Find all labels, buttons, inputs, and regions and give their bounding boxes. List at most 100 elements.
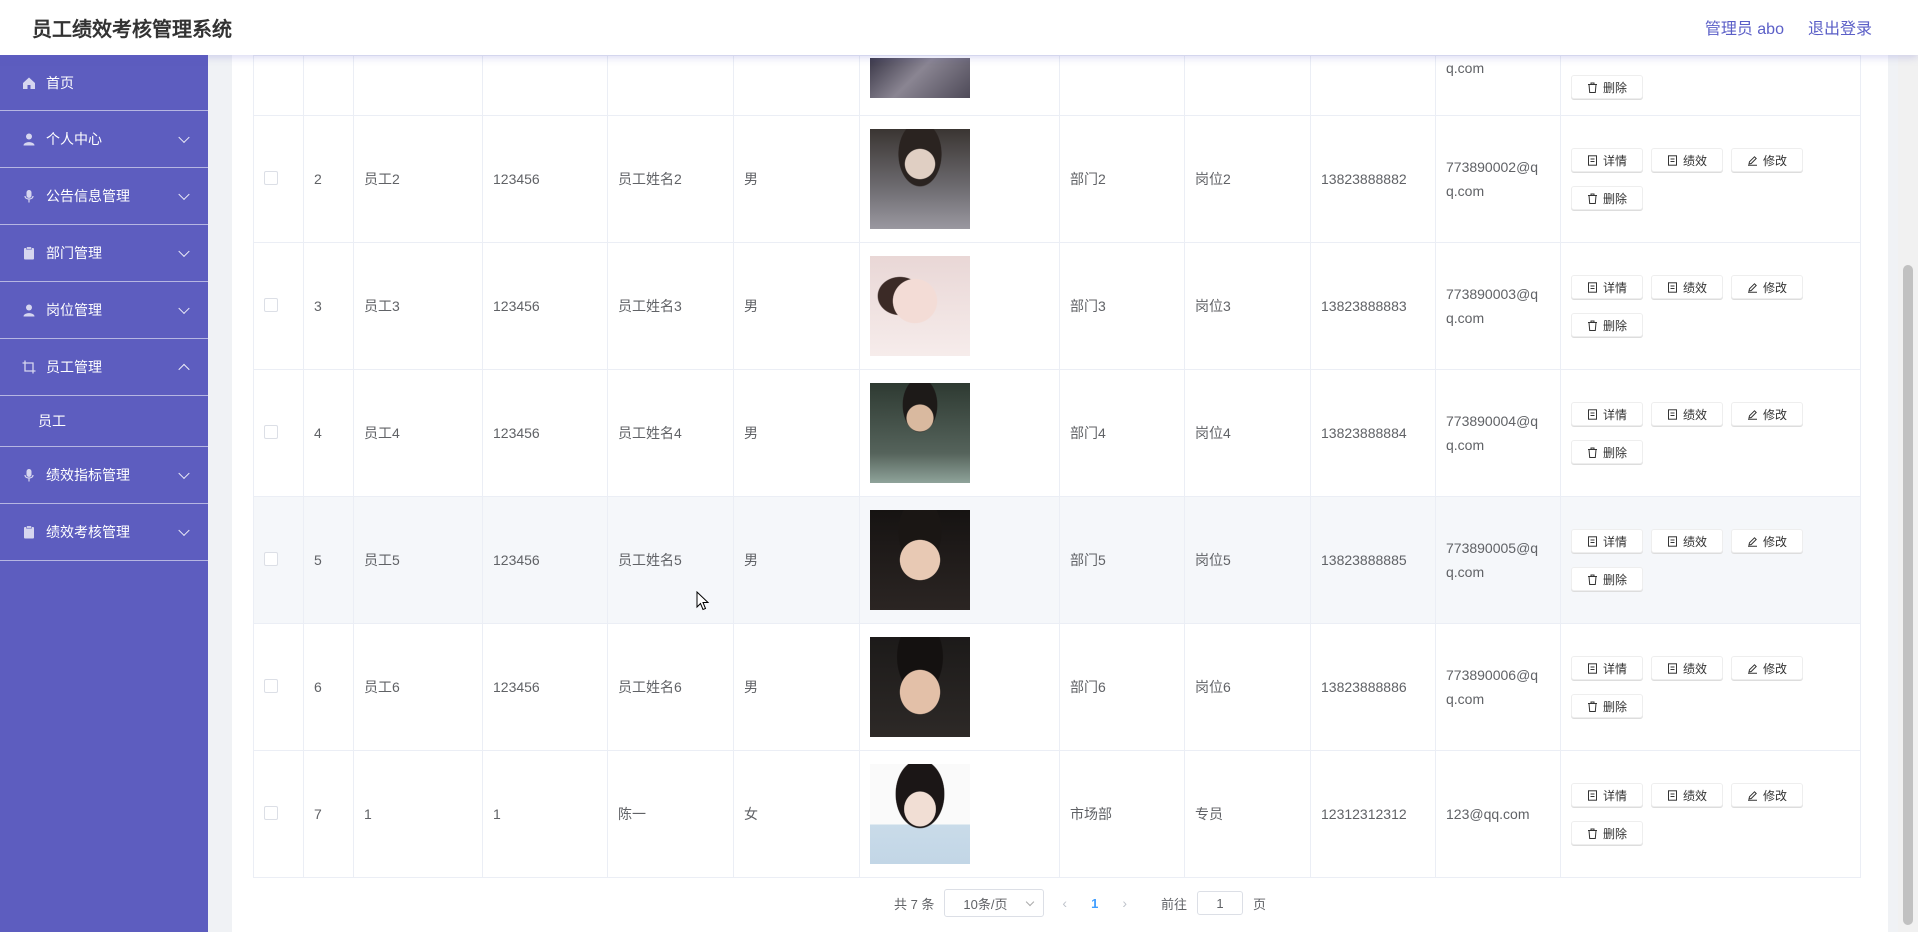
sidebar-item-home[interactable]: 首页 — [0, 55, 208, 111]
detail-button[interactable]: 详情 — [1571, 783, 1643, 807]
photo-cell — [859, 750, 1060, 878]
sidebar-subitem-employee[interactable]: 员工 — [0, 396, 208, 447]
detail-button[interactable]: 详情 — [1571, 402, 1643, 426]
department-cell: 部门3 — [1059, 242, 1185, 370]
password-cell: 123456 — [482, 242, 608, 370]
page-number-current[interactable]: 1 — [1085, 896, 1104, 911]
department-cell: 市场部 — [1059, 750, 1185, 878]
page-size-select[interactable]: 10条/页 — [944, 889, 1045, 917]
crop-icon — [22, 360, 36, 374]
email-line-1: 773890002@q — [1446, 159, 1539, 175]
sidebar-item-label: 绩效考核管理 — [46, 524, 130, 540]
phone-cell: 13823888883 — [1310, 242, 1436, 370]
delete-label: 删除 — [1602, 826, 1627, 841]
page-scrollbar[interactable] — [1898, 55, 1918, 932]
sidebar-item-label: 部门管理 — [46, 245, 102, 261]
row-actions: 详情 绩效 修改删除 — [1571, 402, 1816, 464]
actions-cell: 详情 绩效 修改删除 — [1560, 496, 1861, 624]
delete-button[interactable]: 删除 — [1571, 821, 1643, 845]
edit-button[interactable]: 修改 — [1731, 148, 1803, 172]
password-cell: 123456 — [482, 115, 608, 243]
row-checkbox-cell — [253, 115, 304, 243]
email-line-2: q.com — [1446, 437, 1485, 453]
mic-icon — [24, 469, 34, 482]
sidebar-item-department-management[interactable]: 部门管理 — [0, 225, 208, 282]
row-checkbox[interactable] — [264, 297, 278, 312]
sidebar-item-label: 岗位管理 — [46, 302, 102, 318]
edit-button[interactable]: 修改 — [1731, 275, 1803, 299]
sidebar-item-appraisal-management[interactable]: 绩效考核管理 — [0, 504, 208, 561]
delete-button[interactable]: 删除 — [1571, 186, 1643, 210]
photo-cell — [859, 369, 1060, 497]
row-checkbox[interactable] — [264, 805, 278, 820]
edit-button[interactable]: 修改 — [1731, 783, 1803, 807]
gender-cell: 男 — [733, 496, 860, 624]
edit-label: 修改 — [1762, 407, 1787, 422]
edit-button[interactable]: 修改 — [1731, 529, 1803, 553]
edit-icon — [1747, 282, 1757, 293]
performance-button[interactable]: 绩效 — [1651, 148, 1723, 172]
sidebar-item-kpi-management[interactable]: 绩效指标管理 — [0, 447, 208, 504]
detail-button[interactable]: 详情 — [1571, 148, 1643, 172]
performance-button[interactable]: 绩效 — [1651, 783, 1723, 807]
prev-page-button[interactable]: ‹ — [1054, 895, 1075, 911]
row-checkbox[interactable] — [264, 424, 278, 439]
gender-cell: 男 — [733, 242, 860, 370]
row-checkbox-cell — [253, 623, 304, 751]
delete-button[interactable]: 删除 — [1571, 75, 1643, 99]
delete-button[interactable]: 删除 — [1571, 567, 1643, 591]
current-user-label[interactable]: 管理员 abo — [1705, 15, 1784, 39]
table-row: 5 员工5 123456 员工姓名5 男部门5 岗位5 13823888885 7738900… — [253, 496, 1861, 624]
phone-cell: 12312312312 — [1310, 750, 1436, 878]
page-size-value: 10条/页 — [963, 896, 1008, 912]
email-cell: 773890002@q q.com — [1435, 115, 1561, 243]
document-icon — [1667, 535, 1677, 547]
position-cell: 专员 — [1184, 750, 1311, 878]
scrollbar-thumb[interactable] — [1903, 265, 1913, 925]
next-page-button[interactable]: › — [1114, 895, 1135, 911]
detail-button[interactable]: 详情 — [1571, 656, 1643, 680]
performance-button[interactable]: 绩效 — [1651, 529, 1723, 553]
row-checkbox[interactable] — [264, 170, 278, 185]
edit-label: 修改 — [1762, 534, 1787, 549]
performance-button[interactable]: 绩效 — [1651, 656, 1723, 680]
email-cell: 773890005@q q.com — [1435, 496, 1561, 624]
email-cell: 773890006@q q.com — [1435, 623, 1561, 751]
detail-button[interactable]: 详情 — [1571, 275, 1643, 299]
document-icon — [1667, 408, 1677, 420]
row-checkbox[interactable] — [264, 551, 278, 566]
delete-button[interactable]: 删除 — [1571, 694, 1643, 718]
goto-page-input[interactable] — [1197, 891, 1244, 915]
edit-label: 修改 — [1762, 788, 1787, 803]
sidebar-item-notice-management[interactable]: 公告信息管理 — [0, 168, 208, 225]
employee-photo — [870, 764, 970, 864]
detail-label: 详情 — [1602, 534, 1627, 549]
email-line-1: 773890004@q — [1446, 413, 1539, 429]
edit-icon — [1747, 790, 1757, 801]
actions-cell: 详情 绩效 修改删除 — [1560, 750, 1861, 878]
sidebar-item-personal-center[interactable]: 个人中心 — [0, 111, 208, 168]
trash-icon — [1587, 82, 1597, 93]
edit-button[interactable]: 修改 — [1731, 402, 1803, 426]
email-line-1: 773890005@q — [1446, 540, 1539, 556]
sidebar-item-employee-management[interactable]: 员工管理 — [0, 339, 208, 396]
delete-button[interactable]: 删除 — [1571, 313, 1643, 337]
logout-link[interactable]: 退出登录 — [1808, 15, 1872, 39]
edit-button[interactable]: 修改 — [1731, 656, 1803, 680]
chevron-down-icon — [178, 188, 190, 201]
sidebar-item-position-management[interactable]: 岗位管理 — [0, 282, 208, 339]
performance-button[interactable]: 绩效 — [1651, 402, 1723, 426]
chevron-up-icon — [178, 363, 190, 376]
performance-button[interactable]: 绩效 — [1651, 275, 1723, 299]
sidebar-subitem-label: 员工 — [38, 413, 66, 429]
delete-button[interactable]: 删除 — [1571, 440, 1643, 464]
row-checkbox[interactable] — [264, 678, 278, 693]
detail-button[interactable]: 详情 — [1571, 529, 1643, 553]
document-icon — [1587, 789, 1597, 801]
actions-cell: 详情 绩效 修改删除 — [1560, 242, 1861, 370]
pagination: 共 7 条 10条/页 ‹ 1 › 前往 页 — [232, 888, 1888, 918]
photo-cell — [859, 623, 1060, 751]
table-row: 7 1 1 陈一女市场部 专员 12312312312 123@qq.com 详情 绩效 修改 删除 — [253, 750, 1861, 878]
email-cell: q.com — [1446, 60, 1485, 76]
sidebar: 首页 个人中心 公告信息管理 部门管理 岗位管理 员工管理 员工 绩效指标管理 … — [0, 55, 208, 932]
